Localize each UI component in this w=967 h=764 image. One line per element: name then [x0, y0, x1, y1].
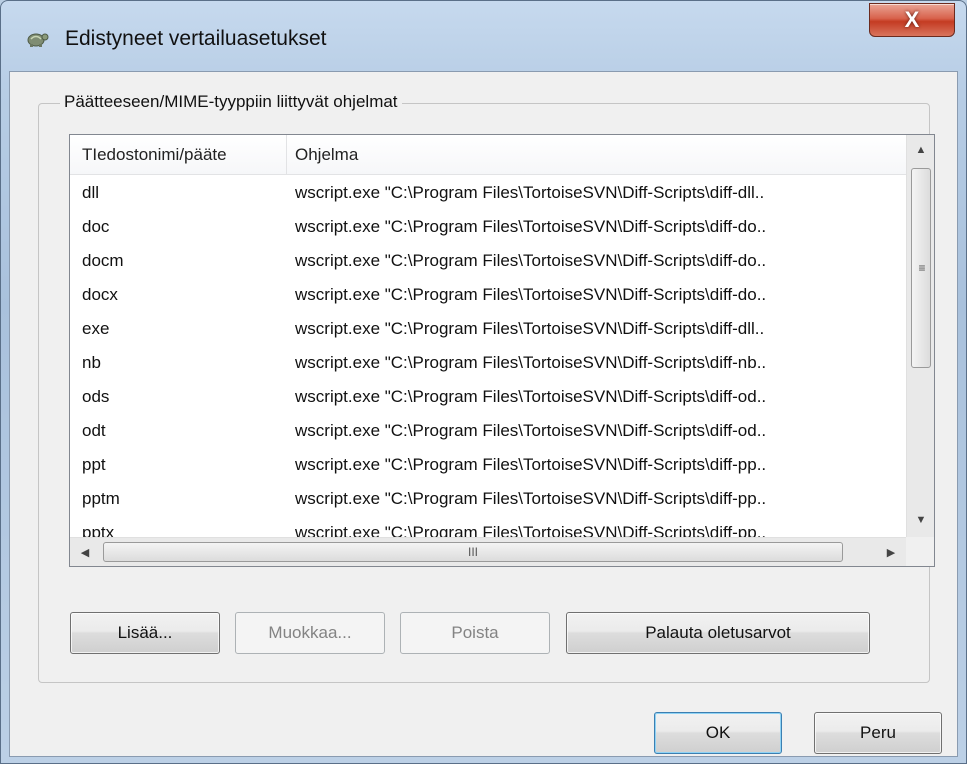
extension-cell: docm: [82, 251, 124, 270]
list-header: TIedostonimi/pääte Ohjelma: [70, 135, 906, 175]
dialog-window: Edistyneet vertailuasetukset X Päätteese…: [0, 0, 967, 764]
table-row[interactable]: docm wscript.exe "C:\Program Files\Tortoi…: [70, 244, 906, 278]
program-cell: wscript.exe "C:\Program Files\TortoiseSV…: [295, 421, 767, 440]
client-area: Päätteeseen/MIME-tyyppiin liittyvät ohje…: [9, 71, 958, 757]
grip-icon: ≡: [918, 261, 926, 275]
extension-cell: nb: [82, 353, 101, 372]
close-icon: X: [904, 7, 920, 32]
program-cell: wscript.exe "C:\Program Files\TortoiseSV…: [295, 387, 767, 406]
group-label: Päätteeseen/MIME-tyyppiin liittyvät ohje…: [60, 92, 402, 112]
restore-defaults-button[interactable]: Palauta oletusarvot: [566, 612, 870, 654]
vertical-scrollbar[interactable]: ▲ ≡ ▼: [906, 135, 934, 537]
horizontal-scroll-thumb[interactable]: III: [103, 542, 843, 562]
table-row[interactable]: docx wscript.exe "C:\Program Files\Tortoi…: [70, 278, 906, 312]
grip-icon: III: [467, 545, 478, 559]
column-header-program[interactable]: Ohjelma: [288, 135, 358, 175]
extension-cell: exe: [82, 319, 110, 338]
table-row[interactable]: ods wscript.exe "C:\Program Files\Tortois…: [70, 380, 906, 414]
extension-cell: pptm: [82, 489, 120, 508]
table-row[interactable]: nb wscript.exe "C:\Program Files\Tortoise…: [70, 346, 906, 380]
extension-cell: dll: [82, 183, 100, 202]
program-cell: wscript.exe "C:\Program Files\TortoiseSV…: [295, 455, 767, 474]
extension-cell: ods: [82, 387, 110, 406]
scroll-up-icon[interactable]: ▲: [907, 135, 934, 165]
program-cell: wscript.exe "C:\Program Files\TortoiseSV…: [295, 285, 767, 304]
close-button[interactable]: X: [869, 3, 955, 37]
horizontal-scrollbar[interactable]: ◀ III ▶: [70, 537, 906, 566]
program-cell: wscript.exe "C:\Program Files\TortoiseSV…: [295, 489, 767, 508]
title-bar[interactable]: Edistyneet vertailuasetukset X: [1, 1, 966, 73]
program-cell: wscript.exe "C:\Program Files\TortoiseSV…: [295, 319, 765, 338]
table-row[interactable]: pptm wscript.exe "C:\Program Files\Tortoi…: [70, 482, 906, 516]
program-cell: wscript.exe "C:\Program Files\TortoiseSV…: [295, 251, 767, 270]
table-row[interactable]: doc wscript.exe "C:\Program Files\Tortois…: [70, 210, 906, 244]
vertical-scroll-thumb[interactable]: ≡: [911, 168, 931, 368]
tortoise-icon: [25, 29, 49, 49]
cancel-button[interactable]: Peru: [814, 712, 942, 754]
program-cell: wscript.exe "C:\Program Files\TortoiseSV…: [295, 353, 767, 372]
add-button[interactable]: Lisää...: [70, 612, 220, 654]
extension-cell: docx: [82, 285, 118, 304]
column-header-extension[interactable]: TIedostonimi/pääte: [70, 135, 287, 175]
scrollbar-corner: [906, 537, 934, 566]
program-cell: wscript.exe "C:\Program Files\TortoiseSV…: [295, 217, 767, 236]
table-row[interactable]: ppt wscript.exe "C:\Program Files\Tortois…: [70, 448, 906, 482]
remove-button[interactable]: Poista: [400, 612, 550, 654]
ok-button[interactable]: OK: [654, 712, 782, 754]
table-row[interactable]: odt wscript.exe "C:\Program Files\Tortois…: [70, 414, 906, 448]
program-list[interactable]: TIedostonimi/pääte Ohjelma dll wscript.ex…: [69, 134, 935, 567]
program-cell: wscript.exe "C:\Program Files\TortoiseSV…: [295, 183, 765, 202]
table-row[interactable]: exe wscript.exe "C:\Program Files\Tortois…: [70, 312, 906, 346]
scroll-left-icon[interactable]: ◀: [70, 538, 100, 566]
extension-cell: odt: [82, 421, 106, 440]
extension-cell: doc: [82, 217, 110, 236]
scroll-right-icon[interactable]: ▶: [876, 538, 906, 566]
edit-button[interactable]: Muokkaa...: [235, 612, 385, 654]
scroll-down-icon[interactable]: ▼: [907, 505, 934, 535]
extension-cell: ppt: [82, 455, 106, 474]
table-row[interactable]: dll wscript.exe "C:\Program Files\Tortois…: [70, 176, 906, 210]
list-rows: dll wscript.exe "C:\Program Files\Tortois…: [70, 176, 906, 550]
window-title: Edistyneet vertailuasetukset: [65, 27, 327, 50]
